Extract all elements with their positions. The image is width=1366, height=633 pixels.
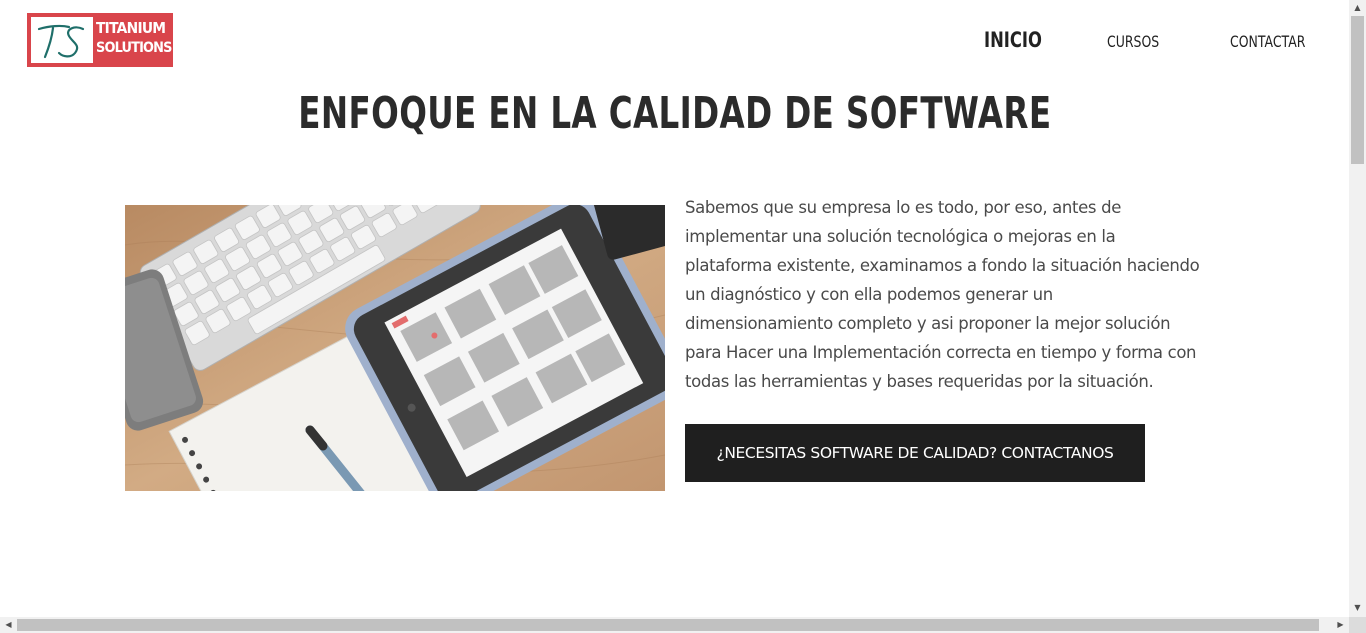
- vertical-scroll-thumb[interactable]: [1351, 16, 1364, 164]
- hero-image: [125, 205, 665, 491]
- contact-cta-button[interactable]: ¿NECESITAS SOFTWARE DE CALIDAD? CONTACTA…: [685, 424, 1145, 482]
- paragraph-line: dimensionamiento completo y asi proponer…: [685, 314, 1171, 333]
- nav-item-inicio[interactable]: INICIO: [984, 28, 1042, 52]
- horizontal-scrollbar[interactable]: ◀ ▶: [0, 617, 1349, 633]
- nav-item-contactar[interactable]: CONTACTAR: [1230, 32, 1305, 51]
- nav-item-cursos[interactable]: CURSOS: [1107, 32, 1159, 51]
- triangle-left-icon[interactable]: ◀: [0, 617, 17, 633]
- page-title-text: ENFOQUE EN LA CALIDAD DE SOFTWARE: [297, 88, 1052, 139]
- paragraph-line: Sabemos que su empresa lo es todo, por e…: [685, 198, 1121, 217]
- intro-paragraph: Sabemos que su empresa lo es todo, por e…: [685, 193, 1230, 396]
- main-nav: INICIO CURSOS CONTACTAR: [0, 28, 1349, 58]
- triangle-down-icon[interactable]: ▼: [1349, 600, 1366, 616]
- triangle-right-icon[interactable]: ▶: [1332, 617, 1349, 633]
- scrollbar-corner: [1349, 617, 1366, 633]
- paragraph-line: un diagnóstico y con ella podemos genera…: [685, 285, 1053, 304]
- page-title: ENFOQUE EN LA CALIDAD DE SOFTWARE: [0, 88, 1349, 139]
- desk-photo-illustration: [125, 205, 665, 491]
- triangle-up-icon[interactable]: ▲: [1349, 0, 1366, 16]
- paragraph-line: para Hacer una Implementación correcta e…: [685, 343, 1197, 362]
- page: TITANIUM SOLUTIONS INICIO CURSOS CONTACT…: [0, 0, 1349, 617]
- paragraph-line: todas las herramientas y bases requerida…: [685, 372, 1154, 391]
- vertical-scrollbar[interactable]: ▲ ▼: [1349, 0, 1366, 617]
- paragraph-line: implementar una solución tecnológica o m…: [685, 227, 1116, 246]
- paragraph-line: plataforma existente, examinamos a fondo…: [685, 256, 1200, 275]
- horizontal-scroll-thumb[interactable]: [17, 619, 1319, 631]
